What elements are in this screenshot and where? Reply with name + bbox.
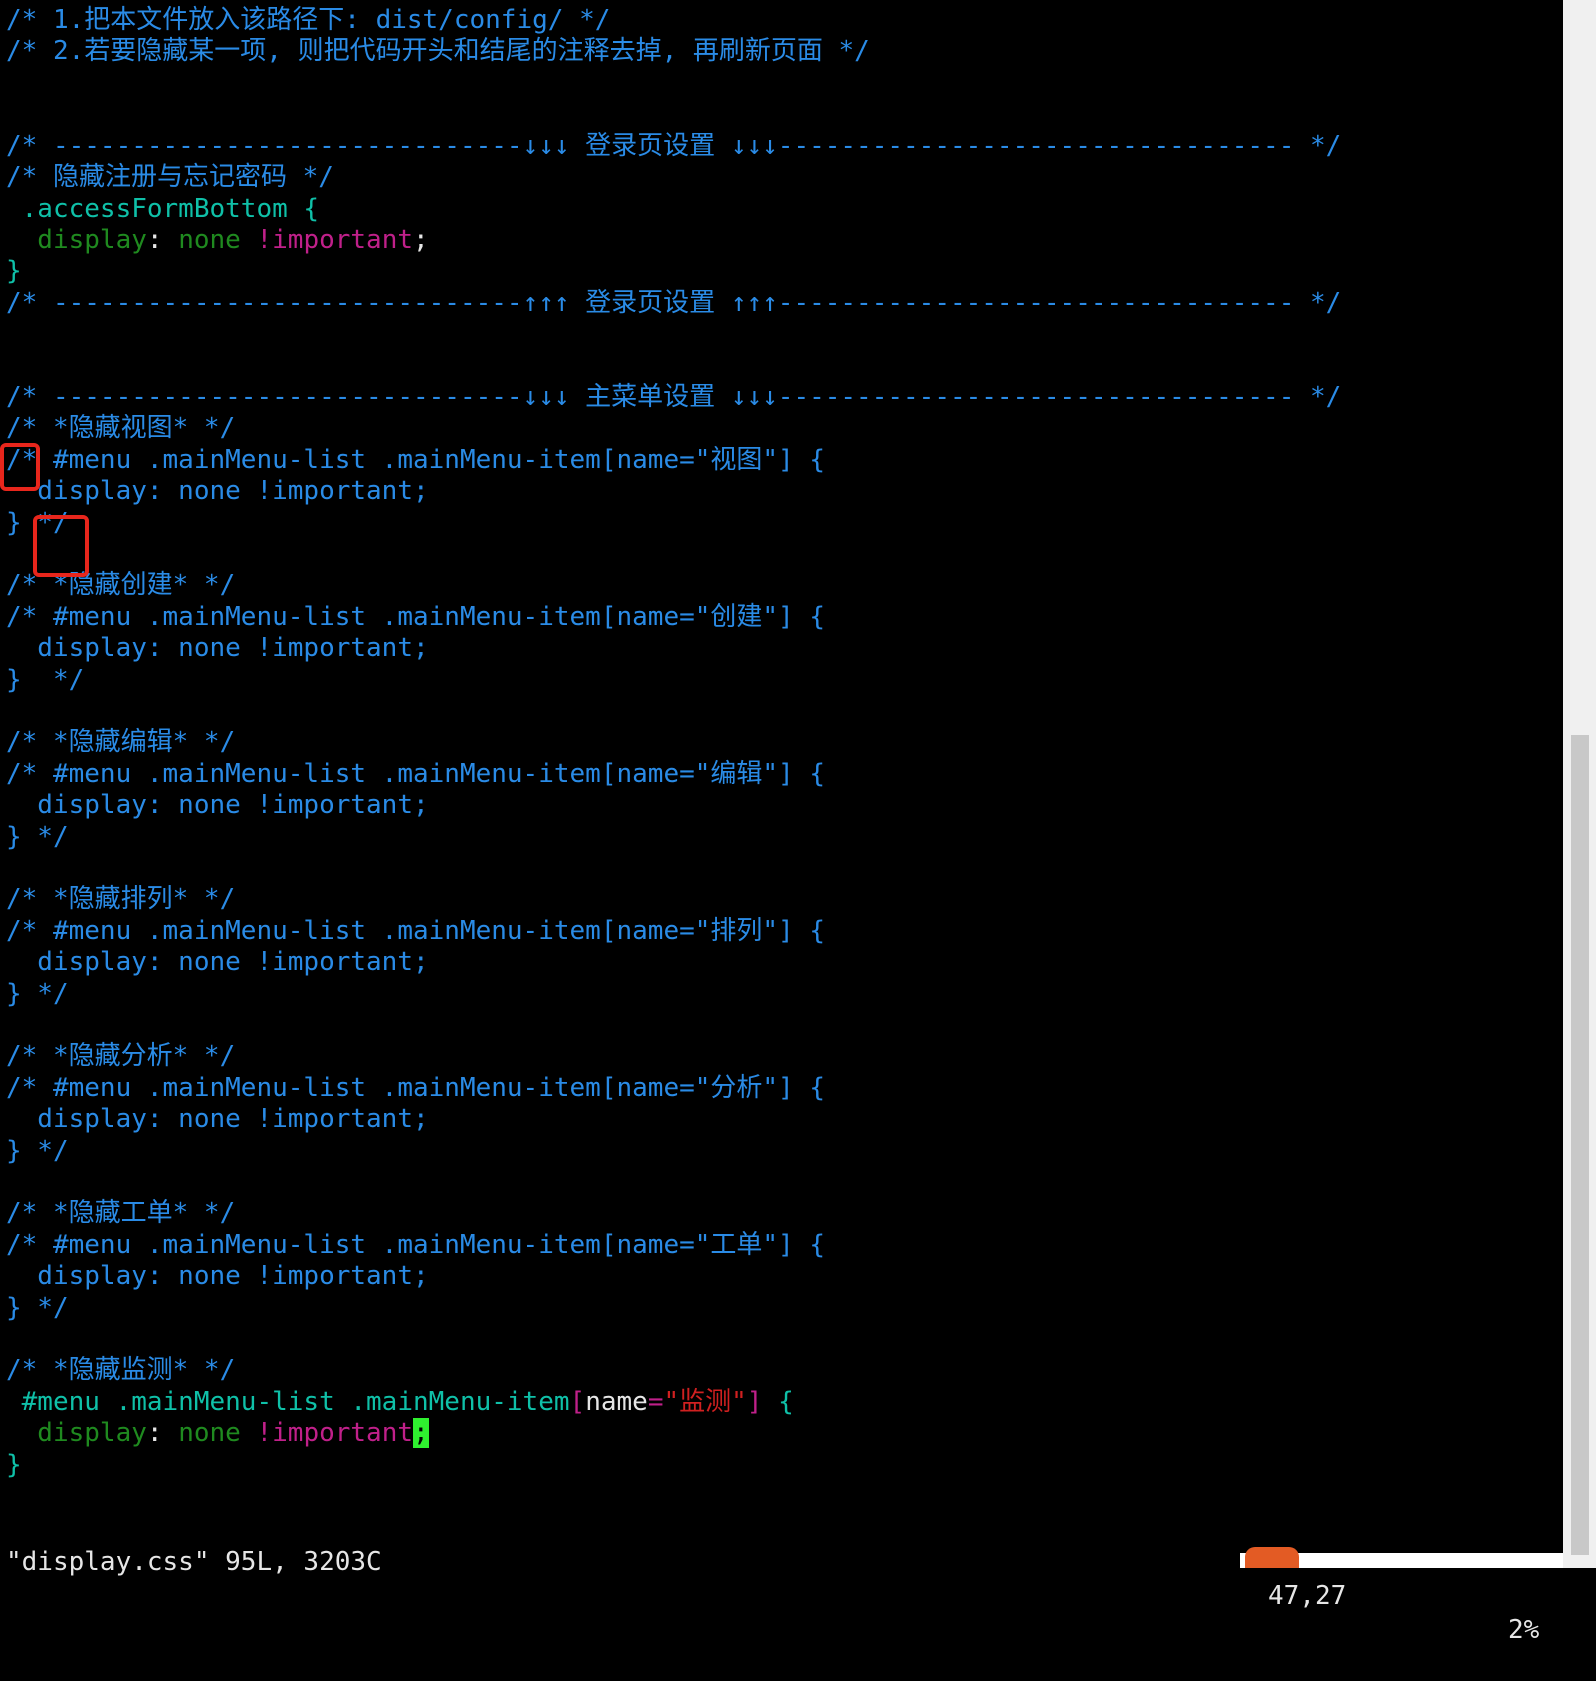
code-line: /* #menu .mainMenu-list .mainMenu-item[n…: [6, 759, 826, 789]
code-line: /* *隐藏视图* */: [6, 413, 236, 443]
css-selector: #menu .mainMenu-list .mainMenu-item: [6, 1387, 570, 1417]
css-important: !important: [256, 225, 414, 255]
code-line: } */: [6, 1136, 69, 1166]
css-colon: :: [146, 225, 179, 255]
code-line: /* *隐藏排列* */: [6, 884, 236, 914]
code-line: display: none !important;: [6, 476, 429, 506]
code-line: /* 隐藏注册与忘记密码 */: [6, 162, 334, 192]
highlight-box-open-comment: [0, 443, 40, 491]
css-semicolon: ;: [413, 225, 429, 255]
css-value: none: [178, 225, 257, 255]
text-cursor[interactable]: ;: [413, 1418, 429, 1448]
code-line: /* ------------------------------↓↓↓ 登录页…: [6, 131, 1342, 161]
code-line: }: [6, 256, 22, 286]
code-line: } */: [6, 822, 69, 852]
code-line: /* #menu .mainMenu-list .mainMenu-item[n…: [6, 445, 826, 475]
code-line: /* *隐藏工单* */: [6, 1198, 236, 1228]
scrollbar-thumb[interactable]: [1571, 735, 1589, 1555]
status-scroll-percent: 2%: [1508, 1615, 1540, 1645]
code-line: /* #menu .mainMenu-list .mainMenu-item[n…: [6, 916, 826, 946]
code-line: display: none !important;: [6, 1417, 429, 1449]
code-line: /* #menu .mainMenu-list .mainMenu-item[n…: [6, 1073, 826, 1103]
code-line: display: none !important;: [6, 633, 429, 663]
code-line: /* 2.若要隐藏某一项, 则把代码开头和结尾的注释去掉, 再刷新页面 */: [6, 36, 870, 66]
css-property: display: [6, 225, 147, 255]
code-line: display: none !important;: [6, 947, 429, 977]
css-important: !important: [256, 1418, 414, 1448]
code-line: /* *隐藏编辑* */: [6, 727, 236, 757]
code-line: display: none !important;: [6, 224, 429, 256]
code-line: } */: [6, 665, 85, 695]
status-file-info: "display.css" 95L, 3203C: [6, 1547, 382, 1577]
css-bracket: [: [569, 1387, 586, 1417]
code-line: } */: [6, 1293, 69, 1323]
status-bar: "display.css" 95L, 3203C 47,27 2%: [0, 1511, 1563, 1645]
code-line: }: [6, 1450, 22, 1480]
css-property: display: [6, 1418, 147, 1448]
code-line: } */: [6, 979, 69, 1009]
code-line: /* ------------------------------↑↑↑ 登录页…: [6, 288, 1342, 318]
code-line: /* #menu .mainMenu-list .mainMenu-item[n…: [6, 1230, 826, 1260]
css-value: none: [178, 1418, 257, 1448]
highlight-box-close-comment: [33, 515, 89, 577]
code-line: /* 1.把本文件放入该路径下: dist/config/ */: [6, 5, 611, 35]
code-line: display: none !important;: [6, 1104, 429, 1134]
code-line: /* #menu .mainMenu-list .mainMenu-item[n…: [6, 602, 826, 632]
code-line: display: none !important;: [6, 1261, 429, 1291]
vim-editor[interactable]: /* 1.把本文件放入该路径下: dist/config/ */ /* 2.若要…: [0, 0, 1563, 1645]
css-bracket: ]: [746, 1387, 763, 1417]
code-line: /* *隐藏监测* */: [6, 1355, 236, 1385]
code-line: .accessFormBottom {: [6, 194, 320, 224]
css-colon: :: [146, 1418, 179, 1448]
css-attribute: name: [585, 1387, 648, 1417]
code-line: /* ------------------------------↓↓↓ 主菜单…: [6, 382, 1342, 412]
css-brace: {: [762, 1387, 794, 1417]
status-cursor-position: 47,27: [1268, 1581, 1347, 1611]
css-equals: =: [647, 1387, 664, 1417]
code-line: #menu .mainMenu-list .mainMenu-item[name…: [6, 1386, 794, 1418]
code-line: display: none !important;: [6, 790, 429, 820]
code-line: /* *隐藏分析* */: [6, 1041, 236, 1071]
css-string: "监测": [663, 1387, 747, 1417]
vertical-scrollbar[interactable]: [1563, 0, 1596, 1568]
app-logo-icon: [1245, 1547, 1299, 1568]
